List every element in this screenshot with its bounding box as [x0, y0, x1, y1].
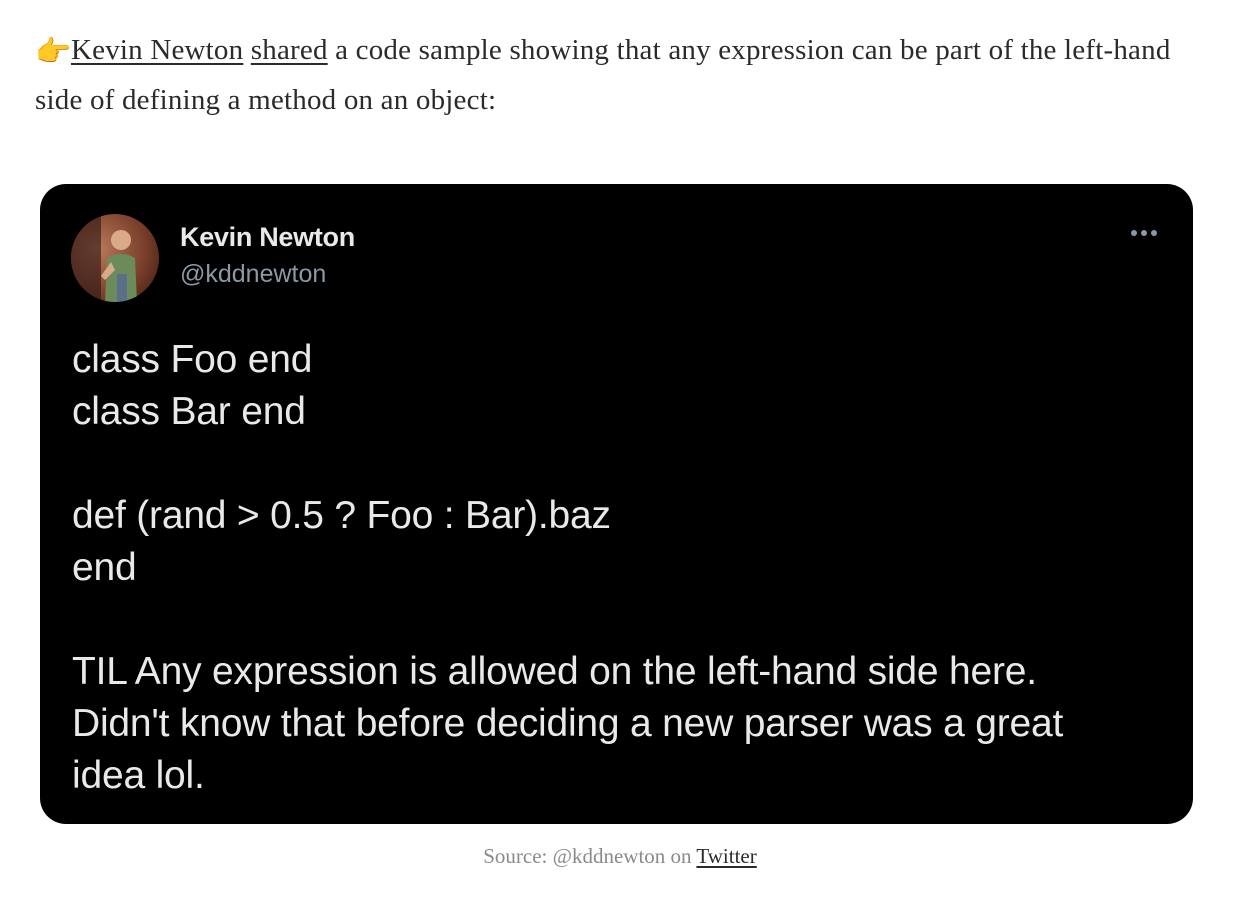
image-caption: Source: @kddnewton on Twitter	[0, 844, 1240, 869]
tweet-line: end	[72, 546, 137, 589]
more-options-button[interactable]	[1129, 226, 1163, 238]
tweet-author-handle[interactable]: @kddnewton	[180, 260, 326, 289]
tweet-line: TIL Any expression is allowed on the lef…	[72, 650, 1037, 693]
tweet-line	[72, 438, 1172, 490]
tweet-author-name[interactable]: Kevin Newton	[180, 222, 355, 253]
tweet-line: def (rand > 0.5 ? Foo : Bar).baz	[72, 494, 611, 537]
tweet-line	[72, 594, 1172, 646]
tweet-line: class Bar end	[72, 390, 306, 433]
tweet-text: class Foo end class Bar end def (rand > …	[72, 334, 1172, 802]
intro-paragraph: 👉Kevin Newton shared a code sample showi…	[35, 26, 1205, 124]
embedded-tweet[interactable]: Kevin Newton @kddnewton class Foo end cl…	[40, 184, 1193, 824]
more-horizontal-icon	[1131, 230, 1157, 236]
caption-prefix: Source: @kddnewton on	[483, 844, 697, 868]
avatar-photo-icon	[71, 214, 159, 302]
tweet-line: class Foo end	[72, 338, 313, 381]
twitter-link[interactable]: Twitter	[696, 844, 756, 868]
tweet-line: Didn't know that before deciding a new p…	[72, 702, 1064, 745]
author-link[interactable]: Kevin Newton	[71, 34, 243, 66]
intro-space	[243, 34, 250, 66]
tweet-line: idea lol.	[72, 754, 205, 797]
shared-link[interactable]: shared	[251, 34, 328, 66]
pointing-hand-icon: 👉	[35, 36, 72, 68]
avatar[interactable]	[71, 214, 159, 302]
